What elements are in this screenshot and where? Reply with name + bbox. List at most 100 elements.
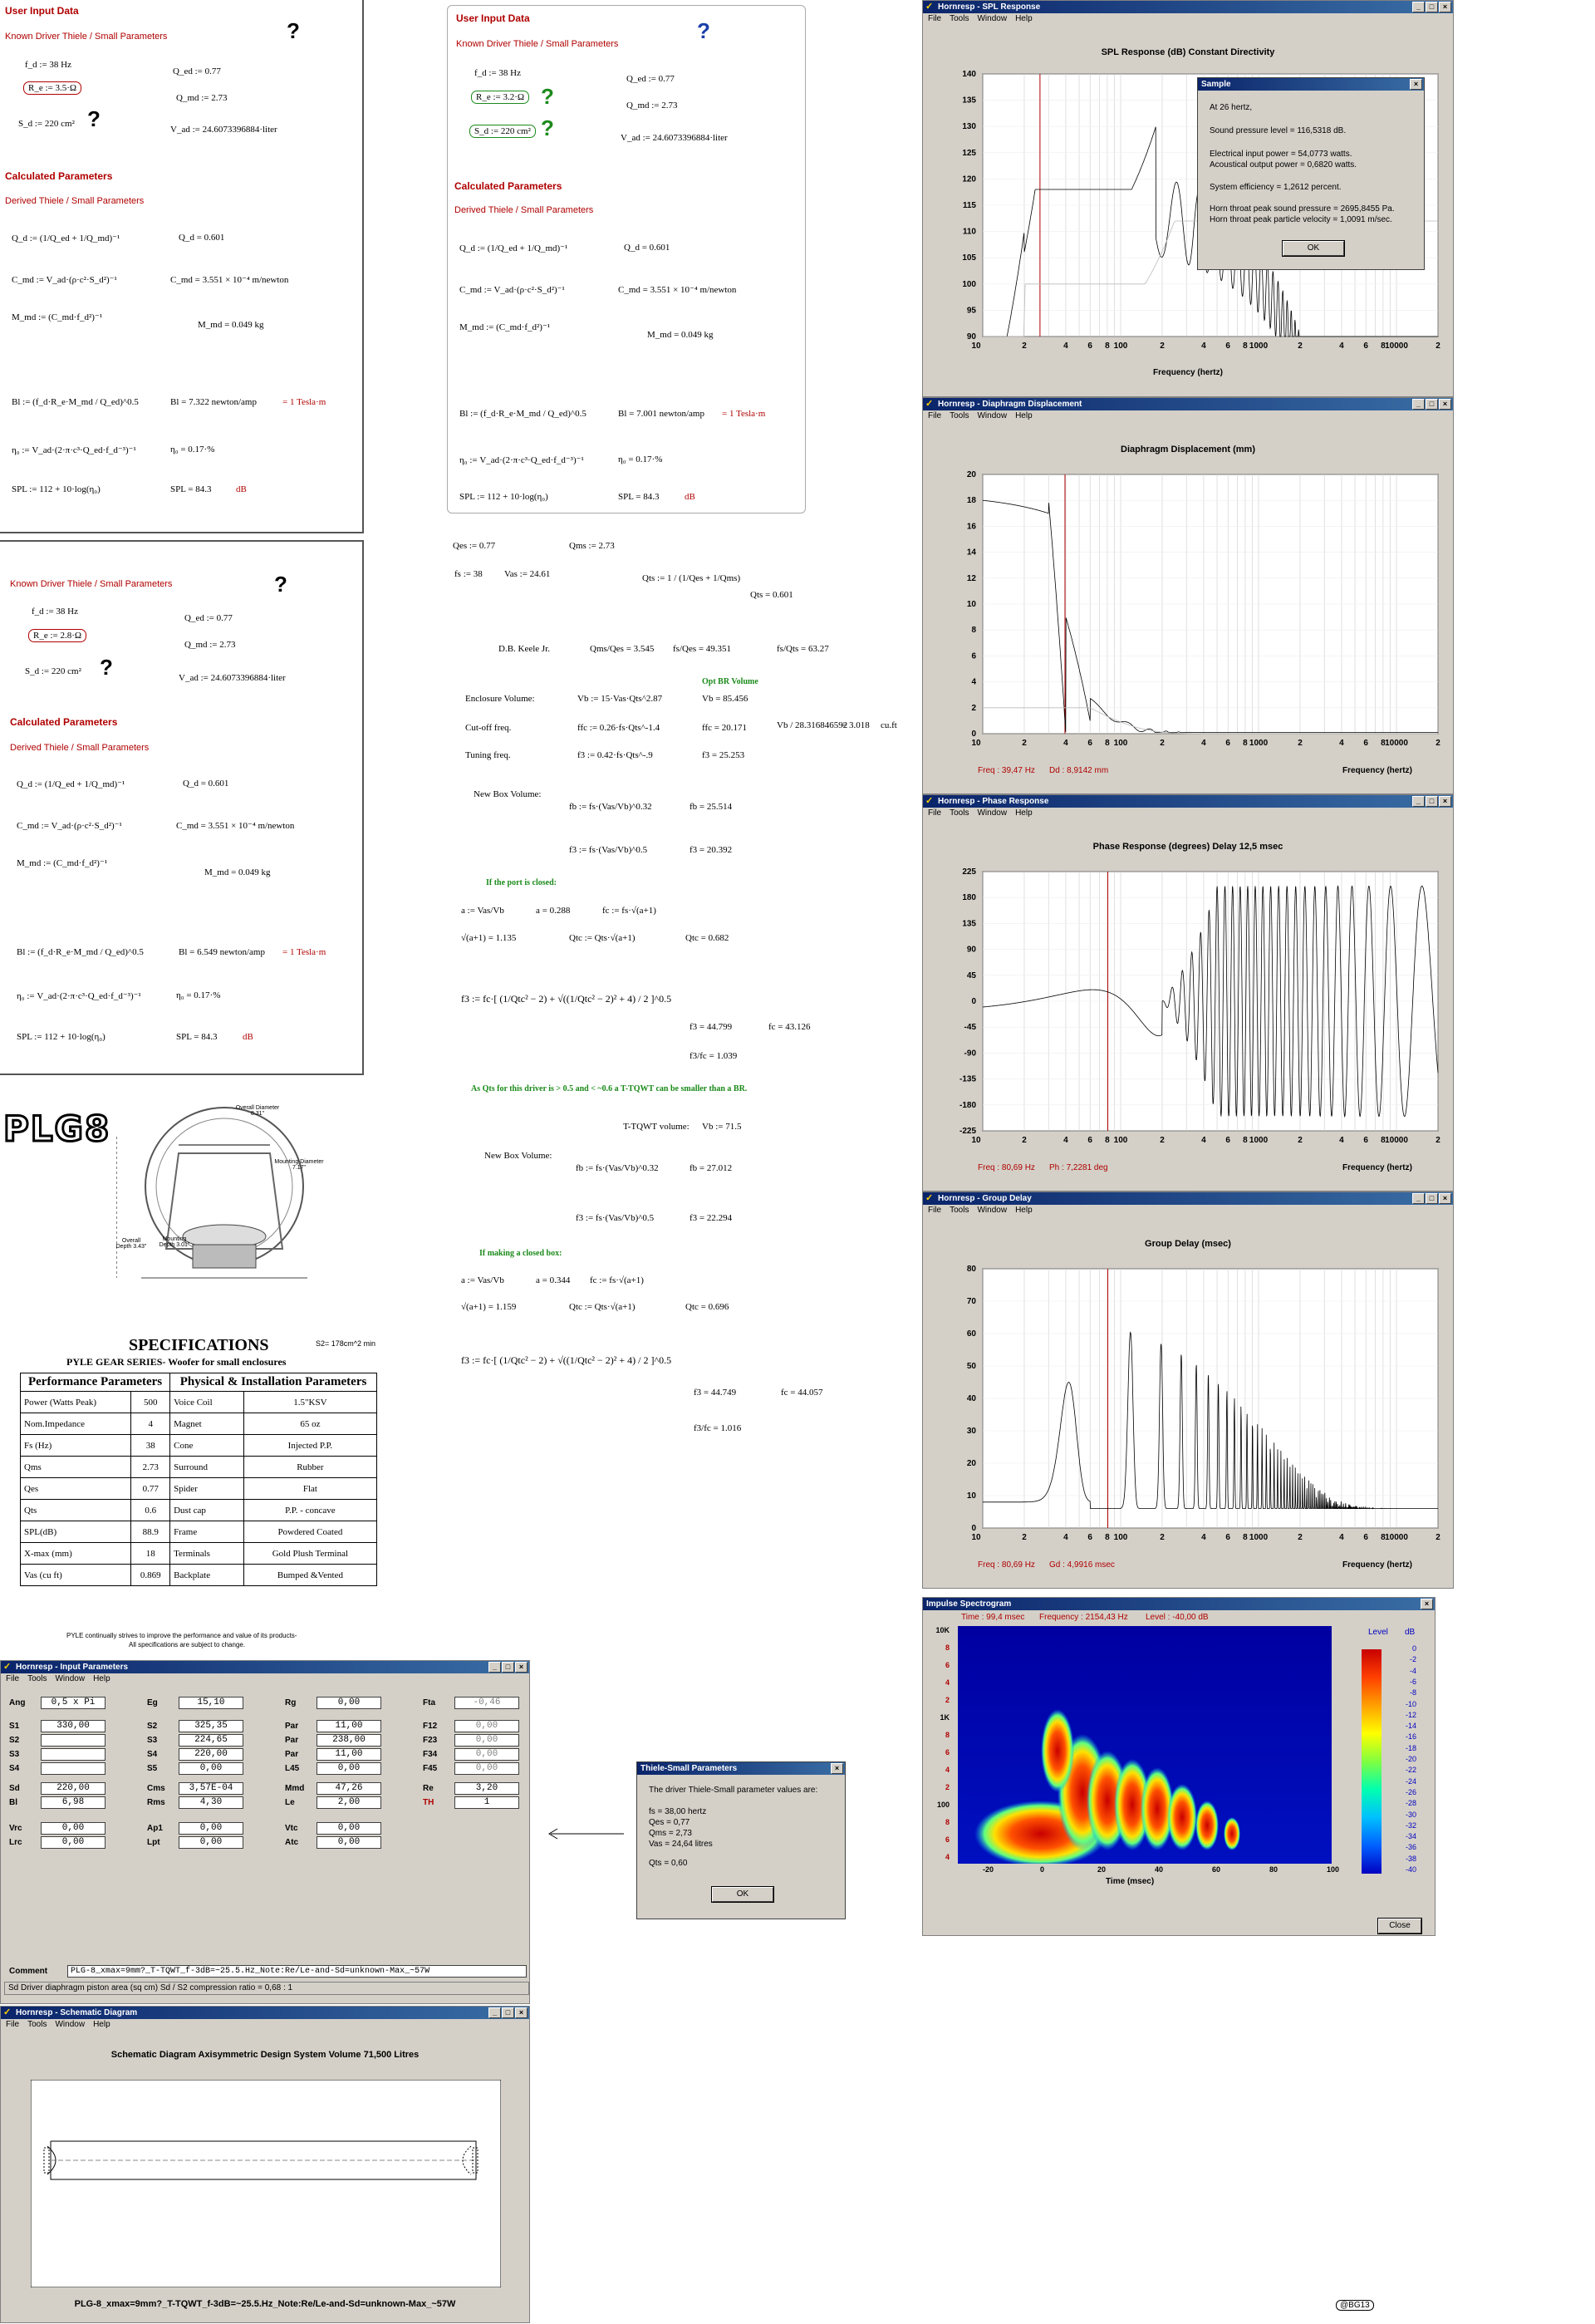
menu-item-help[interactable]: Help: [1015, 13, 1033, 25]
minimize-button[interactable]: _: [1412, 796, 1425, 807]
menu-item-help[interactable]: Help: [1015, 808, 1033, 819]
param-field-l45[interactable]: 0,00: [317, 1762, 381, 1775]
param-field-par[interactable]: 238,00: [317, 1734, 381, 1747]
menu-item-help[interactable]: Help: [93, 1673, 110, 1685]
menu-item-file[interactable]: File: [6, 2019, 19, 2031]
maximize-button[interactable]: □: [1426, 1193, 1438, 1204]
specifications-heading: SPECIFICATIONS: [129, 1336, 269, 1354]
param-field-le[interactable]: 2,00: [317, 1796, 381, 1809]
freq-tick: 8: [945, 1818, 950, 1826]
spec-value: Rubber: [243, 1456, 378, 1478]
close-button[interactable]: ×: [515, 1662, 528, 1673]
menu-item-tools[interactable]: Tools: [27, 2019, 47, 2031]
param-field-s3[interactable]: [41, 1748, 106, 1761]
y-tick-label: 105: [962, 253, 976, 263]
param-field-par[interactable]: 11,00: [317, 1748, 381, 1761]
menu-item-file[interactable]: File: [928, 410, 941, 422]
menu-item-help[interactable]: Help: [1015, 410, 1033, 422]
menu-item-window[interactable]: Window: [55, 1673, 85, 1685]
menu-item-file[interactable]: File: [6, 1673, 19, 1685]
param-field-bl[interactable]: 6,98: [41, 1796, 106, 1809]
minimize-button[interactable]: _: [488, 1662, 501, 1673]
minimize-button[interactable]: _: [1412, 2, 1425, 12]
param-field-re[interactable]: 3,20: [454, 1782, 519, 1795]
param-field-s5[interactable]: 0,00: [179, 1762, 243, 1775]
ts-qms: Qms = 2,73: [649, 1829, 692, 1838]
displacement-chart[interactable]: 2018161412108642010 2 4 6 8 100 2 4 6 8 1000 2 4 6 8 10…: [923, 456, 1453, 772]
ts-ok-button[interactable]: OK: [711, 1886, 774, 1903]
param-field-rms[interactable]: 4,30: [179, 1796, 243, 1809]
param-field-ap1[interactable]: 0,00: [179, 1822, 243, 1835]
menu-item-window[interactable]: Window: [977, 410, 1007, 422]
menu-item-tools[interactable]: Tools: [27, 1673, 47, 1685]
menu-item-help[interactable]: Help: [1015, 1205, 1033, 1216]
param-field-mmd[interactable]: 47,26: [317, 1782, 381, 1795]
menu-item-window[interactable]: Window: [55, 2019, 85, 2031]
group-delay-chart[interactable]: 8070605040302010010 2 4 6 8 100 2 4 6 8 1000 2 4 6 8 10…: [923, 1250, 1453, 1566]
close-button[interactable]: ×: [1421, 1599, 1433, 1609]
param-field-f23[interactable]: 0,00: [454, 1734, 519, 1747]
menu-item-file[interactable]: File: [928, 13, 941, 25]
menu-item-tools[interactable]: Tools: [950, 1205, 969, 1216]
menu-item-file[interactable]: File: [928, 808, 941, 819]
menu-item-window[interactable]: Window: [977, 13, 1007, 25]
maximize-button[interactable]: □: [502, 1662, 514, 1673]
menu-item-file[interactable]: File: [928, 1205, 941, 1216]
y-tick-label: -90: [964, 1049, 977, 1058]
param-field-ang[interactable]: 0,5 x Pi: [41, 1697, 106, 1709]
f32-def: f3 := fs·(Vas/Vb)^0.5: [576, 1213, 655, 1223]
menu-item-tools[interactable]: Tools: [950, 808, 969, 819]
menu-item-window[interactable]: Window: [977, 808, 1007, 819]
menu-item-help[interactable]: Help: [93, 2019, 110, 2031]
spectrogram-plot[interactable]: [958, 1626, 1332, 1864]
maximize-button[interactable]: □: [1426, 796, 1438, 807]
sample-close-button[interactable]: ×: [1410, 79, 1422, 90]
param-field-th[interactable]: 1: [454, 1796, 519, 1809]
param-field-vtc[interactable]: 0,00: [317, 1822, 381, 1835]
maximize-button[interactable]: □: [1426, 399, 1438, 410]
param-field-eg[interactable]: 15,10: [179, 1697, 243, 1709]
menu-item-window[interactable]: Window: [977, 1205, 1007, 1216]
param-field-f12[interactable]: 0,00: [454, 1720, 519, 1732]
param-field-f34[interactable]: 0,00: [454, 1748, 519, 1761]
qed-eq: Q_ed := 0.77: [184, 613, 233, 623]
param-field-vrc[interactable]: 0,00: [41, 1822, 106, 1835]
close-button[interactable]: ×: [1439, 399, 1451, 410]
time-readout: Time : 99,4 msec: [961, 1613, 1025, 1622]
maximize-button[interactable]: □: [1426, 2, 1438, 12]
close-button[interactable]: ×: [1439, 2, 1451, 12]
param-field-par[interactable]: 11,00: [317, 1720, 381, 1732]
ts-close-button[interactable]: ×: [831, 1763, 843, 1774]
param-field-s4[interactable]: [41, 1762, 106, 1775]
x-tick-label: 2: [1436, 1533, 1440, 1542]
param-field-lrc[interactable]: 0,00: [41, 1836, 106, 1849]
menu-item-tools[interactable]: Tools: [950, 410, 969, 422]
param-field-s2[interactable]: [41, 1734, 106, 1747]
maximize-button[interactable]: □: [502, 2007, 514, 2018]
close-button[interactable]: ×: [1439, 1193, 1451, 1204]
menu-item-tools[interactable]: Tools: [950, 13, 969, 25]
param-field-rg[interactable]: 0,00: [317, 1697, 381, 1709]
level-tick: -30: [1405, 1810, 1416, 1819]
param-field-s2[interactable]: 325,35: [179, 1720, 243, 1732]
sample-ok-button[interactable]: OK: [1282, 240, 1345, 257]
param-label-eg: Eg: [147, 1698, 158, 1707]
param-field-f45[interactable]: 0,00: [454, 1762, 519, 1775]
minimize-button[interactable]: _: [1412, 1193, 1425, 1204]
minimize-button[interactable]: _: [488, 2007, 501, 2018]
param-field-s3[interactable]: 224,65: [179, 1734, 243, 1747]
param-field-lpt[interactable]: 0,00: [179, 1836, 243, 1849]
param-field-sd[interactable]: 220,00: [41, 1782, 106, 1795]
param-field-s1[interactable]: 330,00: [41, 1720, 106, 1732]
close-button[interactable]: ×: [515, 2007, 528, 2018]
param-field-cms[interactable]: 3,57E-04: [179, 1782, 243, 1795]
phase-chart[interactable]: 22518013590450-45-90-135-180-22510 2 4 6 8 10…: [923, 853, 1453, 1169]
qd-def: Q_d := (1/Q_ed + 1/Q_md)⁻¹: [459, 243, 568, 253]
close-button[interactable]: ×: [1439, 796, 1451, 807]
close-spectrogram-button[interactable]: Close: [1377, 1918, 1422, 1934]
minimize-button[interactable]: _: [1412, 399, 1425, 410]
param-field-atc[interactable]: 0,00: [317, 1836, 381, 1849]
comment-field[interactable]: PLG-8_xmax=9mm?_T-TQWT_f-3dB=~25.5.Hz_No…: [67, 1965, 527, 1978]
param-field-s4[interactable]: 220,00: [179, 1748, 243, 1761]
param-field-fta[interactable]: -0,46: [454, 1697, 519, 1709]
